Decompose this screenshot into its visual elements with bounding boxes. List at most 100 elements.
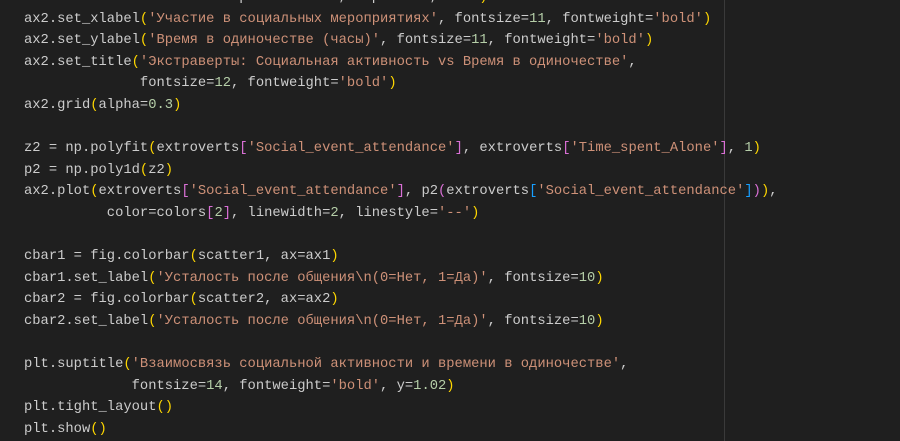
code-line[interactable]: cbar1.set_label('Усталость после общения…: [24, 268, 778, 290]
code-token: ]: [454, 141, 463, 157]
code-line[interactable]: cbar1 = fig.colorbar(scatter1, ax=ax1): [24, 246, 778, 268]
code-line[interactable]: ax2.set_ylabel('Время в одиночестве (час…: [24, 30, 778, 52]
code-token: ): [752, 141, 761, 157]
code-token: 14: [206, 378, 223, 394]
code-token: , fontweight=: [487, 33, 596, 49]
code-token: cbar2 = fig.colorbar: [24, 292, 190, 308]
code-token: (): [156, 400, 174, 416]
code-line[interactable]: fontsize=14, fontweight='bold', y=1.02): [24, 376, 778, 398]
code-token: 11: [471, 33, 488, 49]
code-token: , fontsize=: [487, 270, 579, 286]
code-token: (: [139, 11, 149, 27]
code-token: 2: [214, 205, 223, 221]
code-token: 'Усталость после общения\n(0=Нет, 1=Да)': [156, 313, 488, 329]
code-line[interactable]: cbar2 = fig.colorbar(scatter2, ax=ax2): [24, 289, 778, 311]
code-token: ]: [744, 184, 753, 200]
code-token: ): [595, 313, 604, 329]
code-token: 'Экстраверты: Социальная активность vs В…: [139, 54, 629, 70]
code-token: 10: [578, 270, 596, 286]
code-token: alpha=: [98, 97, 149, 113]
code-token: 11: [529, 11, 546, 27]
code-token: color=colors: [24, 205, 207, 221]
code-line[interactable]: [24, 333, 778, 355]
code-token: ]: [222, 205, 231, 221]
code-line[interactable]: cmap='coolwarm', alpha=0.7, s=50): [24, 0, 778, 9]
code-line[interactable]: plt.show(): [24, 419, 778, 441]
code-token: ,: [769, 184, 778, 200]
code-token: ): [760, 184, 770, 200]
code-token: cbar2.set_label: [24, 313, 149, 329]
code-line[interactable]: color=colors[2], linewidth=2, linestyle=…: [24, 203, 778, 225]
code-token: (: [139, 33, 149, 49]
code-token: ax2.set_ylabel: [24, 33, 140, 49]
code-token: ): [164, 162, 174, 178]
code-token: 'bold': [595, 33, 645, 49]
code-token: 'Взаимосвязь социальной активности и вре…: [131, 357, 621, 373]
code-token: z2: [148, 162, 165, 178]
code-token: (: [90, 184, 99, 200]
code-token: extroverts: [446, 184, 530, 200]
code-token: 50: [463, 0, 480, 5]
code-line[interactable]: ax2.plot(extroverts['Social_event_attend…: [24, 181, 778, 203]
code-token: 'Время в одиночестве (часы)': [148, 33, 381, 49]
code-line[interactable]: fontsize=12, fontweight='bold'): [24, 73, 778, 95]
code-token: 'bold': [653, 11, 703, 27]
code-line[interactable]: [24, 117, 778, 139]
code-token: ): [471, 205, 480, 221]
code-token: ax2.grid: [24, 97, 91, 113]
code-token: , alpha=: [339, 0, 405, 5]
code-token: , fontweight=: [222, 378, 331, 394]
code-token: fontsize=: [24, 378, 207, 394]
code-token: (: [131, 54, 140, 70]
code-token: 0.3: [148, 97, 174, 113]
code-token: ax2.set_title: [24, 54, 132, 70]
code-token: 12: [214, 76, 231, 92]
code-token: extroverts: [98, 184, 182, 200]
code-token: ): [330, 292, 339, 308]
code-token: 'Social_event_attendance': [189, 184, 397, 200]
code-token: 'bold': [330, 378, 381, 394]
code-token: 0.7: [405, 0, 430, 5]
code-token: '--': [438, 205, 472, 221]
code-token: 1.02: [413, 378, 447, 394]
code-line[interactable]: cbar2.set_label('Усталость после общения…: [24, 311, 778, 333]
code-token: z2 = np.polyfit: [24, 141, 149, 157]
code-area[interactable]: cmap='coolwarm', alpha=0.7, s=50)ax2.set…: [24, 0, 778, 440]
code-line[interactable]: plt.suptitle('Взаимосвязь социальной акт…: [24, 354, 778, 376]
code-token: , p2: [404, 184, 439, 200]
code-line[interactable]: [24, 225, 778, 247]
code-token: , linestyle=: [338, 205, 438, 221]
code-token: extroverts: [156, 141, 240, 157]
code-token: ): [479, 0, 487, 5]
code-token: ,: [620, 357, 629, 373]
code-token: 'coolwarm': [256, 0, 339, 5]
code-token: ax2.set_xlabel: [24, 11, 140, 27]
code-token: 'Участие в социальных мероприятиях': [148, 11, 438, 27]
code-token: ): [330, 249, 339, 265]
code-token: (: [139, 162, 149, 178]
code-editor[interactable]: cmap='coolwarm', alpha=0.7, s=50)ax2.set…: [0, 0, 900, 441]
code-line[interactable]: ax2.set_title('Экстраверты: Социальная а…: [24, 52, 778, 74]
code-token: (: [189, 292, 198, 308]
code-token: , linewidth=: [231, 205, 331, 221]
code-token: 'Усталость после общения\n(0=Нет, 1=Да)': [156, 270, 488, 286]
code-token: p2 = np.poly1d: [24, 162, 140, 178]
code-token: cmap=: [24, 0, 255, 5]
code-token: scatter1, ax=ax1: [197, 249, 331, 265]
code-token: ): [446, 378, 455, 394]
code-token: ): [752, 184, 761, 200]
code-line[interactable]: z2 = np.polyfit(extroverts['Social_event…: [24, 138, 778, 160]
code-token: plt.tight_layout: [24, 400, 157, 416]
code-token: , y=: [380, 378, 414, 394]
code-line[interactable]: ax2.set_xlabel('Участие в социальных мер…: [24, 9, 778, 31]
code-token: 2: [330, 205, 339, 221]
code-token: ]: [719, 141, 728, 157]
code-line[interactable]: plt.tight_layout(): [24, 397, 778, 419]
code-line[interactable]: p2 = np.poly1d(z2): [24, 160, 778, 182]
code-line[interactable]: ax2.grid(alpha=0.3): [24, 95, 778, 117]
code-token: 1: [744, 141, 753, 157]
code-token: ax2.plot: [24, 184, 91, 200]
code-token: (: [189, 249, 198, 265]
code-token: , fontsize=: [438, 11, 530, 27]
code-token: 'Social_event_attendance': [537, 184, 745, 200]
